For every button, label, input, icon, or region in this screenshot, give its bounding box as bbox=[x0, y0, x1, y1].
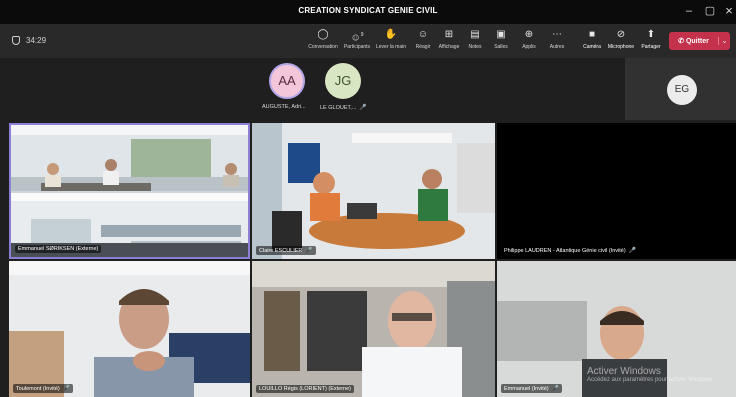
video-feed bbox=[252, 123, 495, 259]
participants-button[interactable]: ☺9 Participants bbox=[340, 28, 374, 56]
video-tile[interactable]: Emmanuel SØRIKSEN (Externe) bbox=[9, 123, 250, 259]
phone-icon: ✆ bbox=[678, 38, 684, 45]
participant-name: Claire ESCULIER 🎤 bbox=[256, 246, 316, 255]
conversation-button[interactable]: ◯ Conversation bbox=[306, 28, 340, 56]
mic-off-icon: 🎤 bbox=[628, 248, 637, 254]
video-tile[interactable]: Toulemont (Invité) 🎤 bbox=[9, 261, 250, 397]
maximize-button[interactable]: ▢ bbox=[702, 3, 718, 19]
microphone-button[interactable]: ⊘ Microphone bbox=[604, 28, 638, 56]
video-tile[interactable]: Emmanuel (Invité) 🎤 Activer Windows Accéd… bbox=[497, 261, 736, 397]
mic-off-icon: 🎤 bbox=[62, 386, 71, 392]
shield-icon bbox=[12, 36, 20, 45]
windows-activation-watermark: Activer Windows Accédez aux paramètres p… bbox=[586, 366, 714, 383]
quit-dropdown-chevron-icon[interactable]: ⌄ bbox=[718, 37, 730, 45]
meeting-timer: 34:29 bbox=[12, 36, 46, 45]
quit-label[interactable]: ✆ Quitter bbox=[669, 37, 718, 45]
people-icon: ☺9 bbox=[350, 32, 364, 44]
share-button[interactable]: ⬆ Partager bbox=[634, 28, 668, 56]
participant-name: Philippe LAUDREN - Atlantique Génie civi… bbox=[504, 248, 637, 254]
video-tile[interactable]: Claire ESCULIER 🎤 bbox=[252, 123, 495, 259]
participant-name: Emmanuel SØRIKSEN (Externe) bbox=[15, 245, 102, 253]
title-bar: CREATION SYNDICAT GENIE CIVIL – ▢ × bbox=[0, 0, 736, 24]
video-tile[interactable]: Philippe LAUDREN - Atlantique Génie civi… bbox=[497, 123, 736, 259]
mic-off-icon: 🎤 bbox=[551, 386, 560, 392]
timer-text: 34:29 bbox=[26, 36, 47, 45]
avatar[interactable]: EG bbox=[667, 75, 697, 105]
participant-name: Toulemont (Invité) 🎤 bbox=[13, 384, 74, 393]
video-feed bbox=[9, 261, 250, 397]
quit-button[interactable]: ✆ Quitter ⌄ bbox=[669, 32, 730, 50]
window-title: CREATION SYNDICAT GENIE CIVIL bbox=[298, 6, 438, 15]
more-button[interactable]: ⋯ Autres bbox=[540, 28, 574, 56]
participant-name: AUGUSTE, Adri... bbox=[262, 104, 306, 110]
close-button[interactable]: × bbox=[721, 3, 736, 19]
chat-icon: ◯ bbox=[317, 29, 329, 40]
minimize-button[interactable]: – bbox=[681, 3, 697, 19]
video-feed bbox=[11, 125, 248, 257]
hand-icon: ✋ bbox=[384, 29, 398, 40]
raise-hand-button[interactable]: ✋ Lever la main bbox=[374, 28, 408, 56]
video-tile[interactable]: LOUILLO Régis (LORIENT) (Externe) bbox=[252, 261, 495, 397]
mic-off-icon: ⊘ bbox=[616, 29, 626, 40]
video-feed bbox=[252, 261, 495, 397]
more-icon: ⋯ bbox=[552, 29, 562, 40]
share-icon: ⬆ bbox=[646, 29, 656, 40]
participant-name: LE GLOUET,... 🎤 bbox=[320, 105, 367, 111]
avatar[interactable]: JG bbox=[325, 63, 361, 99]
avatar[interactable]: AA bbox=[269, 63, 305, 99]
mic-off-icon: 🎤 bbox=[359, 105, 367, 111]
meeting-toolbar: 34:29 ◯ Conversation ☺9 Participants ✋ L… bbox=[0, 24, 736, 58]
mic-off-icon: 🎤 bbox=[305, 248, 313, 254]
participant-name: Emmanuel (Invité) 🎤 bbox=[501, 384, 563, 393]
participant-name: LOUILLO Régis (LORIENT) (Externe) bbox=[256, 385, 354, 393]
